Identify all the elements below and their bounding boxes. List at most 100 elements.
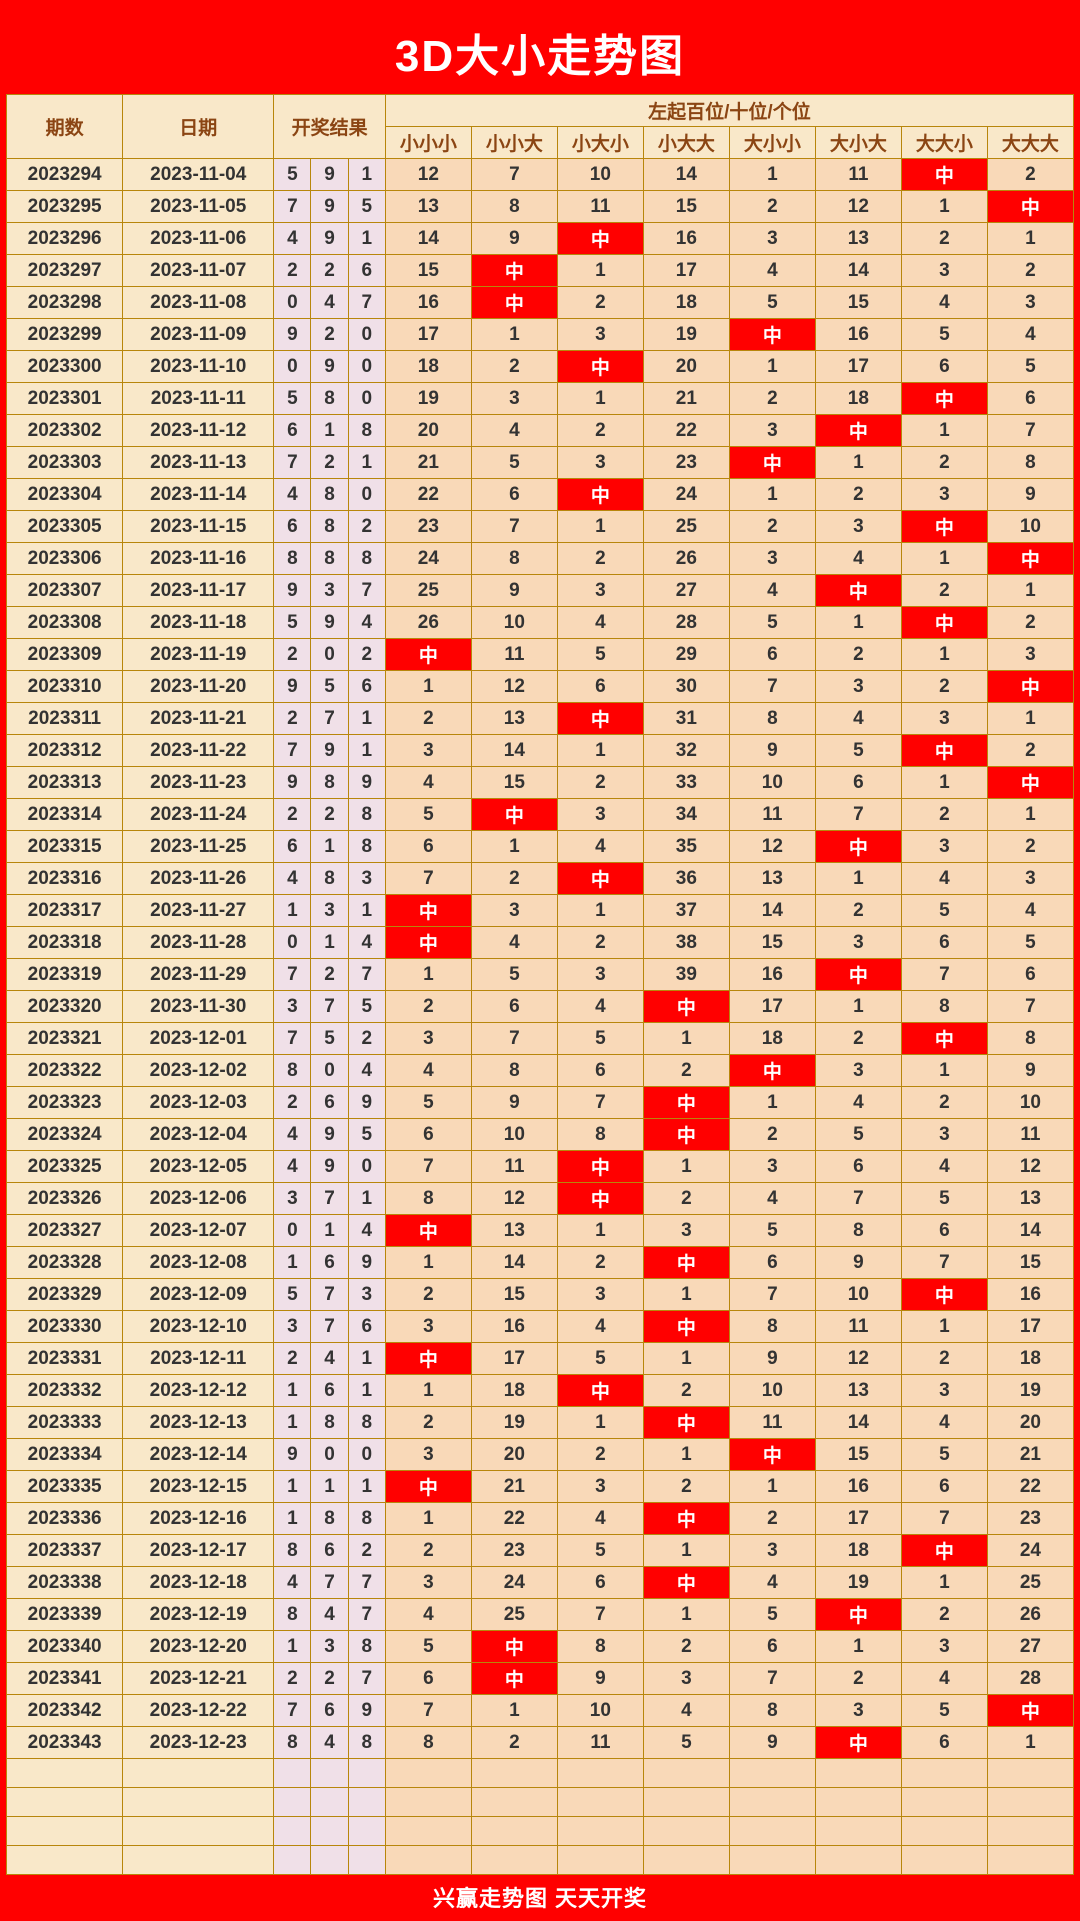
table-row: 20233272023-12-07014中131358614 bbox=[7, 1215, 1074, 1247]
cell-draw-num: 5 bbox=[348, 991, 385, 1023]
cell-trend: 3 bbox=[557, 575, 643, 607]
cell-trend: 4 bbox=[901, 1151, 987, 1183]
cell-draw-num: 4 bbox=[274, 223, 311, 255]
cell-issue: 2023314 bbox=[7, 799, 123, 831]
cell-trend: 中 bbox=[729, 1055, 815, 1087]
table-row: 20233202023-11-30375264中17187 bbox=[7, 991, 1074, 1023]
cell-date: 2023-12-12 bbox=[123, 1375, 274, 1407]
cell-draw-num: 0 bbox=[348, 383, 385, 415]
cell-trend: 24 bbox=[385, 543, 471, 575]
cell-trend: 16 bbox=[815, 1471, 901, 1503]
cell-date: 2023-12-07 bbox=[123, 1215, 274, 1247]
cell-trend: 8 bbox=[471, 1055, 557, 1087]
cell-trend: 9 bbox=[471, 223, 557, 255]
cell-trend: 33 bbox=[643, 767, 729, 799]
cell-issue: 2023298 bbox=[7, 287, 123, 319]
cell-trend: 2 bbox=[901, 1087, 987, 1119]
cell-trend: 17 bbox=[385, 319, 471, 351]
cell-empty bbox=[557, 1817, 643, 1846]
cell-trend: 3 bbox=[557, 959, 643, 991]
cell-draw-num: 8 bbox=[311, 511, 348, 543]
cell-trend: 4 bbox=[729, 1567, 815, 1599]
table-row: 20232952023-11-0579513811152121中 bbox=[7, 191, 1074, 223]
cell-trend: 中 bbox=[987, 543, 1073, 575]
cell-empty bbox=[901, 1817, 987, 1846]
cell-date: 2023-11-22 bbox=[123, 735, 274, 767]
table-row: 20232982023-11-0804716中21851543 bbox=[7, 287, 1074, 319]
cell-trend: 20 bbox=[987, 1407, 1073, 1439]
cell-draw-num: 6 bbox=[348, 671, 385, 703]
cell-trend: 中 bbox=[901, 511, 987, 543]
cell-trend: 13 bbox=[987, 1183, 1073, 1215]
cell-draw-num: 1 bbox=[311, 415, 348, 447]
cell-draw-num: 0 bbox=[348, 1151, 385, 1183]
cell-trend: 6 bbox=[557, 1567, 643, 1599]
cell-trend: 中 bbox=[385, 1471, 471, 1503]
cell-draw-num: 7 bbox=[274, 191, 311, 223]
cell-trend: 12 bbox=[729, 831, 815, 863]
cell-trend: 2 bbox=[815, 895, 901, 927]
cell-date: 2023-11-14 bbox=[123, 479, 274, 511]
cell-issue: 2023297 bbox=[7, 255, 123, 287]
cell-trend: 2 bbox=[987, 255, 1073, 287]
cell-draw-num: 4 bbox=[348, 607, 385, 639]
cell-draw-num: 7 bbox=[274, 735, 311, 767]
cell-trend: 5 bbox=[729, 287, 815, 319]
cell-trend: 15 bbox=[643, 191, 729, 223]
cell-draw-num: 8 bbox=[311, 1503, 348, 1535]
cell-draw-num: 8 bbox=[274, 1599, 311, 1631]
table-row: 20233392023-12-19847425715中226 bbox=[7, 1599, 1074, 1631]
cell-empty bbox=[385, 1788, 471, 1817]
cell-empty bbox=[123, 1846, 274, 1875]
cell-draw-num: 4 bbox=[274, 863, 311, 895]
cell-trend: 1 bbox=[901, 1311, 987, 1343]
cell-trend: 34 bbox=[643, 799, 729, 831]
cell-trend: 6 bbox=[901, 351, 987, 383]
cell-empty bbox=[311, 1759, 348, 1788]
cell-date: 2023-11-05 bbox=[123, 191, 274, 223]
cell-trend: 2 bbox=[557, 1247, 643, 1279]
cell-draw-num: 0 bbox=[311, 639, 348, 671]
cell-draw-num: 1 bbox=[274, 895, 311, 927]
cell-trend: 11 bbox=[557, 191, 643, 223]
table-header: 期数 日期 开奖结果 左起百位/十位/个位 小小小小小大小大小小大大大小小大小大… bbox=[7, 95, 1074, 159]
cell-draw-num: 0 bbox=[348, 319, 385, 351]
cell-trend: 22 bbox=[987, 1471, 1073, 1503]
cell-trend: 中 bbox=[729, 447, 815, 479]
cell-trend: 中 bbox=[557, 1151, 643, 1183]
cell-draw-num: 9 bbox=[348, 767, 385, 799]
cell-trend: 1 bbox=[557, 255, 643, 287]
cell-date: 2023-11-29 bbox=[123, 959, 274, 991]
cell-draw-num: 3 bbox=[311, 895, 348, 927]
cell-issue: 2023329 bbox=[7, 1279, 123, 1311]
cell-trend: 22 bbox=[385, 479, 471, 511]
cell-trend: 中 bbox=[729, 319, 815, 351]
cell-trend: 19 bbox=[987, 1375, 1073, 1407]
cell-trend: 4 bbox=[901, 1663, 987, 1695]
cell-trend: 2 bbox=[385, 1407, 471, 1439]
cell-trend: 5 bbox=[901, 1695, 987, 1727]
table-row: 20233192023-11-297271533916中76 bbox=[7, 959, 1074, 991]
cell-trend: 中 bbox=[471, 799, 557, 831]
cell-trend: 2 bbox=[557, 287, 643, 319]
cell-issue: 2023307 bbox=[7, 575, 123, 607]
cell-issue: 2023339 bbox=[7, 1599, 123, 1631]
cell-date: 2023-11-21 bbox=[123, 703, 274, 735]
cell-trend: 18 bbox=[987, 1343, 1073, 1375]
cell-trend: 11 bbox=[471, 639, 557, 671]
cell-trend: 2 bbox=[901, 1599, 987, 1631]
cell-trend: 16 bbox=[815, 319, 901, 351]
cell-trend: 中 bbox=[901, 159, 987, 191]
cell-trend: 17 bbox=[987, 1311, 1073, 1343]
cell-draw-num: 4 bbox=[274, 1567, 311, 1599]
cell-date: 2023-12-10 bbox=[123, 1311, 274, 1343]
cell-draw-num: 1 bbox=[348, 1471, 385, 1503]
cell-trend: 1 bbox=[557, 1407, 643, 1439]
cell-date: 2023-11-15 bbox=[123, 511, 274, 543]
cell-date: 2023-11-04 bbox=[123, 159, 274, 191]
cell-trend: 3 bbox=[815, 927, 901, 959]
cell-draw-num: 8 bbox=[311, 1407, 348, 1439]
cell-empty bbox=[987, 1759, 1073, 1788]
cell-trend: 中 bbox=[815, 1599, 901, 1631]
cell-trend: 15 bbox=[987, 1247, 1073, 1279]
